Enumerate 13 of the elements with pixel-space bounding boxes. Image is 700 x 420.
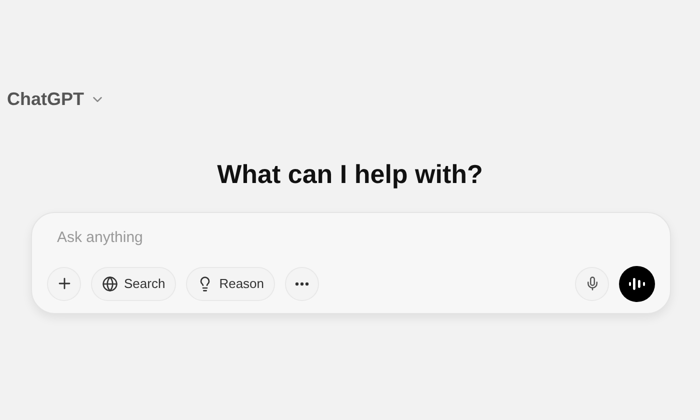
voice-button[interactable]	[619, 266, 655, 302]
add-button[interactable]	[47, 266, 81, 300]
model-menu[interactable]: ChatGPT	[7, 86, 106, 113]
reason-button[interactable]: Reason	[186, 266, 276, 300]
search-button[interactable]: Search	[91, 266, 176, 300]
heading: What can I help with?	[217, 158, 483, 191]
globe-icon	[102, 276, 118, 292]
microphone-icon	[584, 276, 600, 291]
more-button[interactable]	[285, 266, 320, 300]
microphone-button[interactable]	[575, 266, 609, 300]
more-icon	[295, 282, 310, 286]
waveform-icon	[628, 276, 646, 290]
message-field[interactable]: Ask anything	[47, 227, 655, 250]
